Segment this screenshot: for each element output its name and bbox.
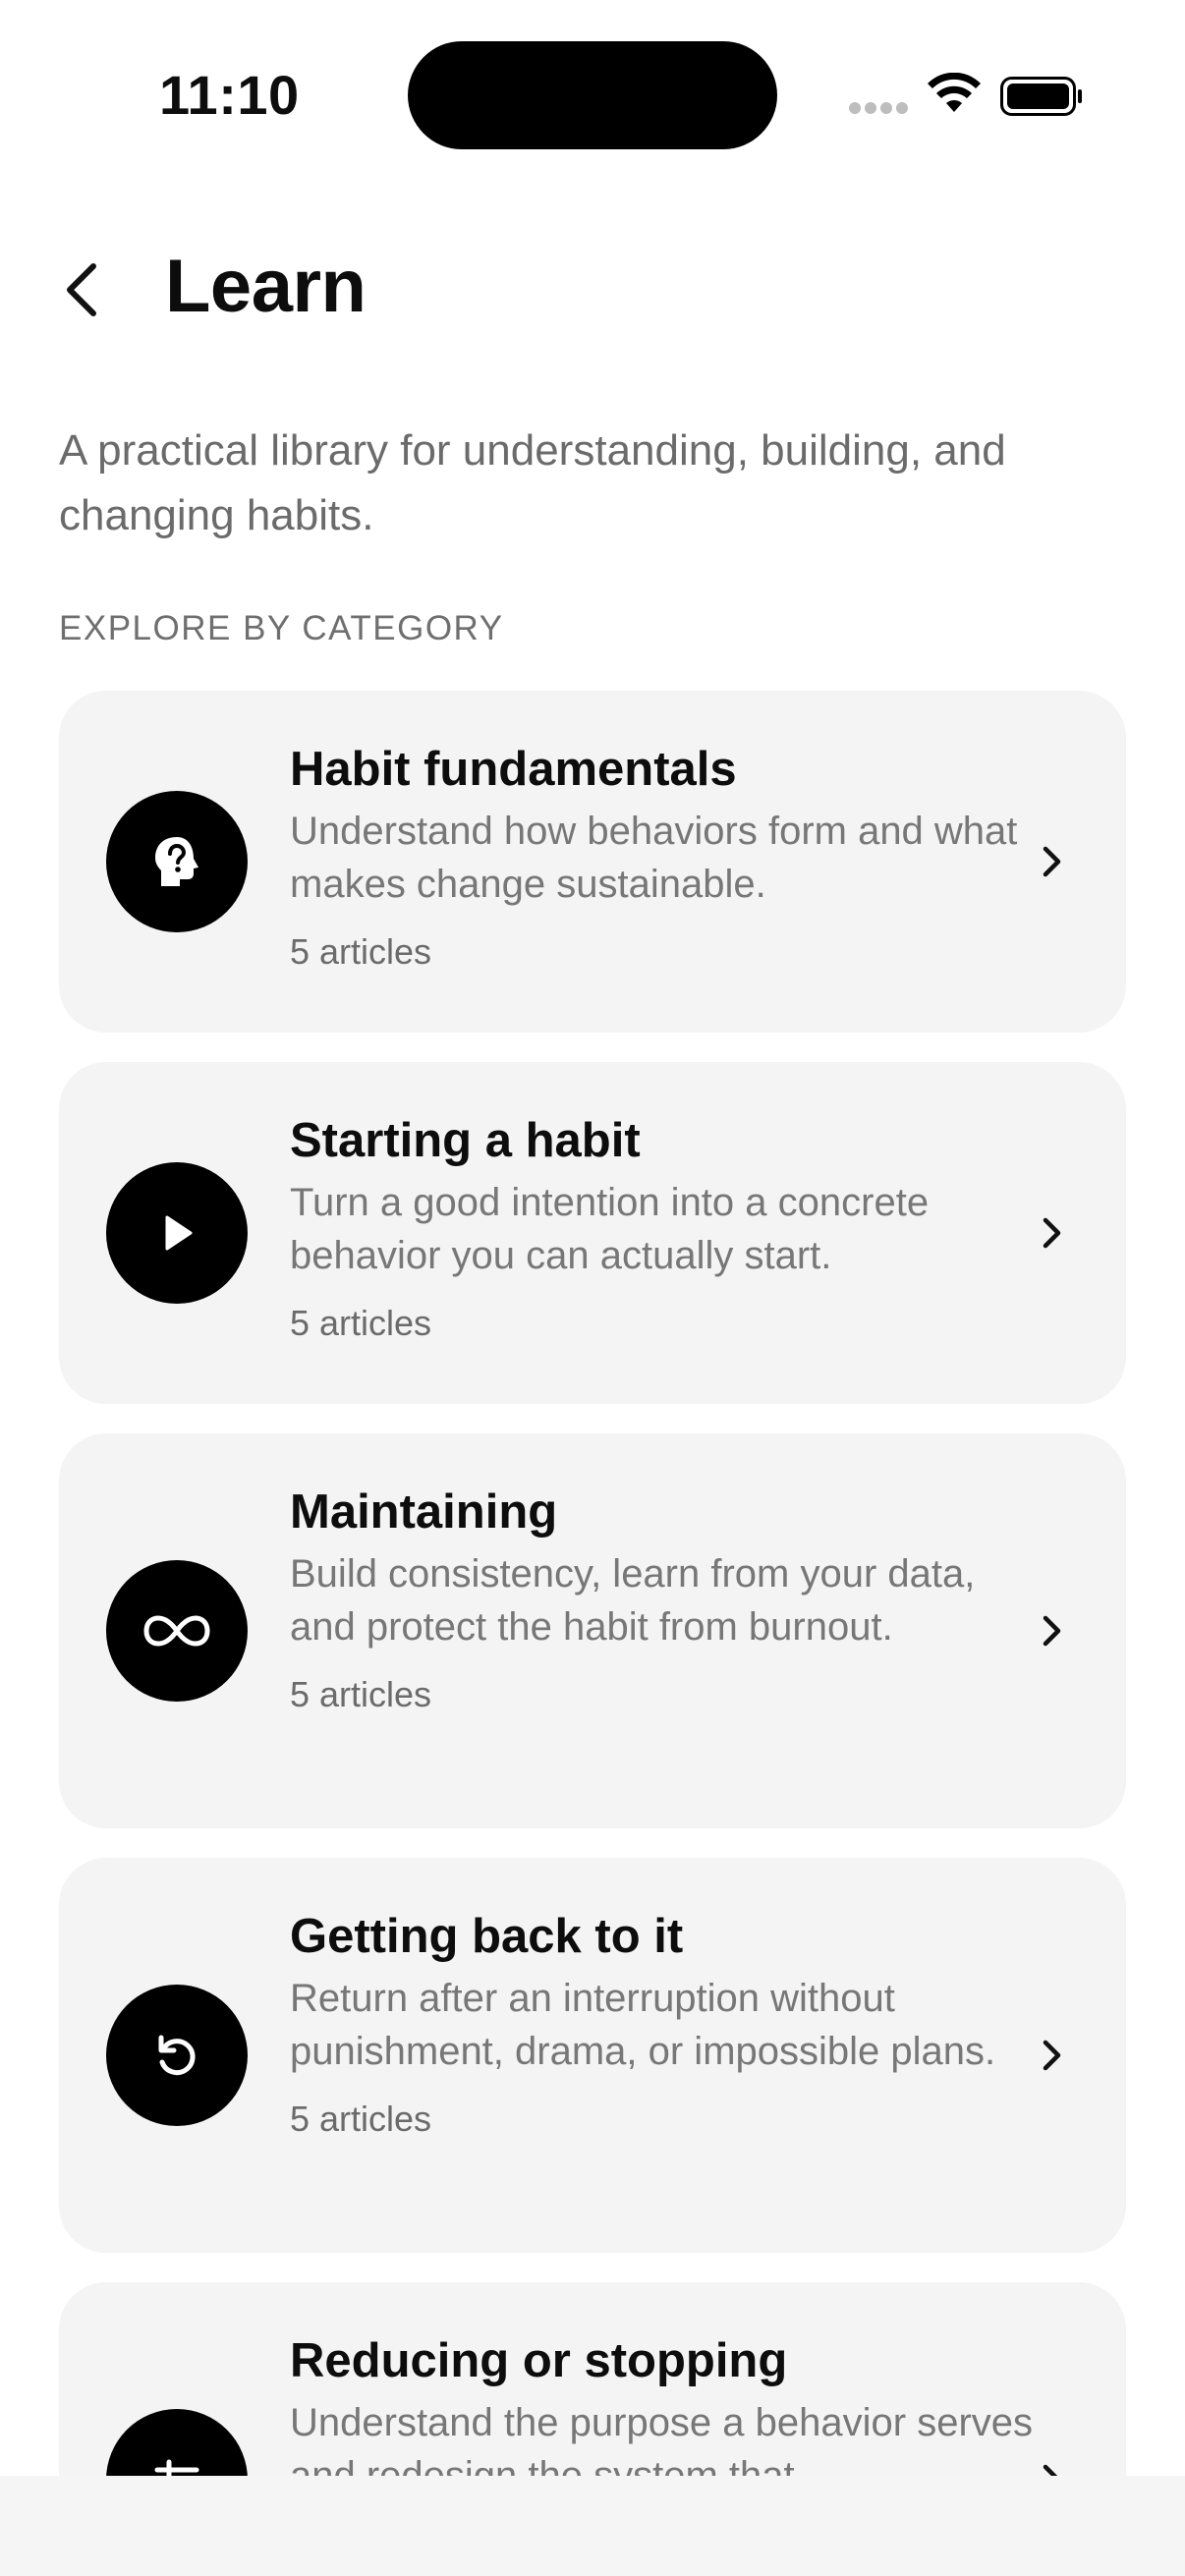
card-text: Starting a habit Turn a good intention i… [290, 1111, 1046, 1345]
section-label: EXPLORE BY CATEGORY [59, 609, 504, 647]
article-count: 5 articles [290, 1674, 432, 1714]
card-description: Return after an interruption without pun… [290, 1977, 996, 2073]
dynamic-island [408, 41, 777, 149]
status-bar: 11:10 [0, 0, 1185, 187]
rotate-ccw-icon [106, 1985, 248, 2126]
card-description: Turn a good intention into a concrete be… [290, 1181, 930, 1277]
page-title: Learn [165, 245, 367, 328]
chevron-right-icon [1040, 842, 1065, 881]
wifi-icon [928, 73, 981, 112]
chevron-right-icon [1040, 1213, 1065, 1253]
card-title: Getting back to it [290, 1910, 684, 1963]
article-count: 5 articles [290, 2099, 432, 2139]
battery-icon [1000, 77, 1082, 116]
card-title: Reducing or stopping [290, 2334, 788, 2387]
card-title: Habit fundamentals [290, 743, 737, 796]
card-description: Understand how behaviors form and what m… [290, 810, 1018, 906]
intro-text: A practical library for understanding, b… [59, 426, 1006, 539]
card-description: Build consistency, learn from your data,… [290, 1552, 976, 1649]
category-card-starting-a-habit[interactable]: Starting a habit Turn a good intention i… [59, 1062, 1126, 1404]
head-question-icon [106, 791, 248, 932]
category-card-habit-fundamentals[interactable]: Habit fundamentals Understand how behavi… [59, 691, 1126, 1033]
card-title: Starting a habit [290, 1114, 641, 1167]
infinity-icon [106, 1560, 248, 1702]
play-icon [106, 1162, 248, 1304]
card-text: Getting back to it Return after an inter… [290, 1907, 1046, 2141]
chevron-right-icon [1040, 2036, 1065, 2075]
learn-screen: 11:10 Learn A practical library for unde… [0, 0, 1185, 2576]
chevron-right-icon [1040, 1611, 1065, 1651]
card-title: Maintaining [290, 1485, 558, 1539]
card-text: Habit fundamentals Understand how behavi… [290, 740, 1046, 974]
article-count: 5 articles [290, 931, 432, 972]
article-count: 5 articles [290, 1303, 432, 1343]
category-card-getting-back-to-it[interactable]: Getting back to it Return after an inter… [59, 1858, 1126, 2253]
status-time: 11:10 [159, 64, 300, 126]
cellular-signal-icon [849, 102, 910, 116]
bottom-bar-area [0, 2476, 1185, 2576]
chevron-left-icon [67, 263, 96, 316]
category-card-maintaining[interactable]: Maintaining Build consistency, learn fro… [59, 1433, 1126, 1828]
back-button[interactable] [51, 253, 112, 326]
card-text: Maintaining Build consistency, learn fro… [290, 1483, 1046, 1716]
